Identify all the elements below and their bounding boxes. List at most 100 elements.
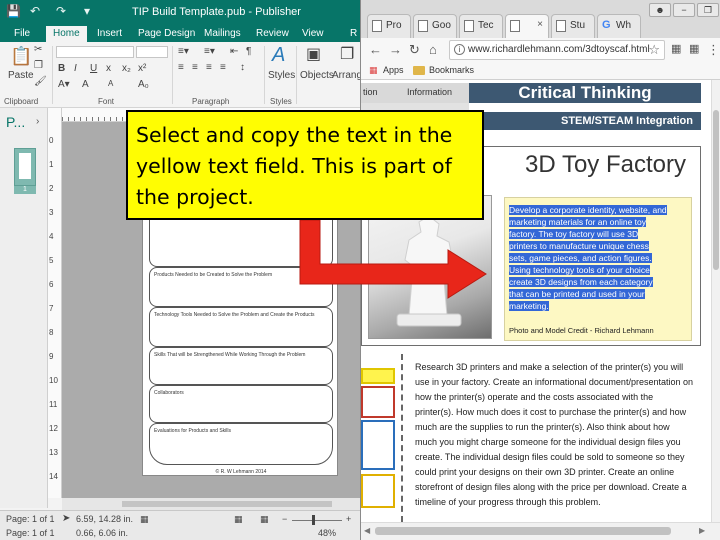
tab-review[interactable]: Review: [256, 28, 289, 39]
paste-button[interactable]: Paste: [8, 70, 34, 81]
ruler-number: 1: [49, 160, 54, 169]
undo-icon[interactable]: ↶: [30, 4, 40, 18]
close-tab-icon[interactable]: ×: [537, 19, 543, 30]
menu-icon[interactable]: ⋮: [707, 42, 720, 58]
zoom-level: 48%: [318, 528, 337, 538]
page-favicon-icon: [464, 20, 474, 32]
styles-button[interactable]: Styles: [268, 70, 295, 81]
copy-icon[interactable]: ❐: [34, 60, 43, 71]
address-bar[interactable]: i www.richardlehmann.com/3dtoyscaf.html …: [449, 40, 665, 60]
selected-text-line: Using technology tools of your choice: [509, 265, 650, 275]
scroll-left-icon[interactable]: ◀: [364, 526, 370, 535]
shrink-font-icon[interactable]: A: [108, 79, 113, 88]
font-color-icon[interactable]: A▾: [58, 79, 70, 90]
bold-icon[interactable]: B: [58, 63, 65, 74]
zoom-in-icon[interactable]: +: [346, 514, 351, 524]
tab-view[interactable]: View: [302, 28, 324, 39]
tab-overflow[interactable]: R: [350, 28, 357, 39]
doc-text-box[interactable]: Evaluations for Products and Skills: [149, 423, 333, 465]
extension-icon[interactable]: ▦: [689, 42, 699, 55]
bookmark-folder[interactable]: Bookmarks: [429, 65, 474, 75]
objects-button[interactable]: Objects: [300, 70, 334, 81]
profile-icon[interactable]: ☻: [649, 3, 671, 17]
paragraph-mark-icon[interactable]: ¶: [246, 46, 251, 57]
save-icon[interactable]: 💾: [6, 4, 21, 18]
forward-icon[interactable]: →: [389, 42, 402, 57]
font-size-box[interactable]: [136, 46, 168, 58]
browser-tab[interactable]: Stu: [551, 14, 595, 38]
subscript-icon[interactable]: x₂: [122, 63, 131, 74]
clear-formatting-icon[interactable]: A₀: [138, 79, 149, 90]
zoom-out-icon[interactable]: −: [282, 514, 287, 524]
back-icon[interactable]: ←: [369, 42, 382, 57]
site-nav-item[interactable]: tion: [363, 87, 378, 97]
tab-page-design[interactable]: Page Design: [138, 28, 195, 39]
underline-icon[interactable]: U: [90, 63, 97, 74]
yellow-text-field[interactable]: Develop a corporate identity, website, a…: [504, 197, 692, 341]
doc-text-box[interactable]: Skills That will be Strengthened While W…: [149, 347, 333, 385]
italic-icon[interactable]: I: [74, 63, 77, 74]
bookmark-star-icon[interactable]: ☆: [648, 42, 660, 58]
customize-quick-access-icon[interactable]: ▾: [84, 4, 90, 18]
browser-tab[interactable]: Tec: [459, 14, 503, 38]
site-nav-item[interactable]: Information: [407, 87, 452, 97]
collapse-pane-icon[interactable]: ›: [36, 116, 39, 127]
superscript-icon[interactable]: x²: [138, 63, 146, 74]
line-spacing-icon[interactable]: ↕: [240, 62, 245, 73]
two-page-view-icon[interactable]: ▦: [260, 514, 269, 525]
home-icon[interactable]: ⌂: [429, 42, 437, 57]
scrollbar-thumb[interactable]: [122, 501, 332, 507]
scrollbar-thumb[interactable]: [375, 527, 671, 535]
restore-icon[interactable]: ❐: [697, 3, 719, 17]
extension-icon[interactable]: ▦: [671, 42, 681, 55]
arrange-icon[interactable]: ❐: [340, 44, 354, 64]
browser-tab[interactable]: G Wh: [597, 14, 641, 38]
scroll-right-icon[interactable]: ▶: [699, 526, 705, 535]
align-center-icon[interactable]: ≡: [192, 62, 198, 73]
doc-box-label: Skills That will be Strengthened While W…: [154, 352, 306, 358]
font-name-box[interactable]: [56, 46, 134, 58]
doc-text-box[interactable]: Technology Tools Needed to Solve the Pro…: [149, 307, 333, 347]
reload-icon[interactable]: ↻: [409, 42, 420, 58]
tab-title: Goo: [432, 20, 451, 31]
decrease-indent-icon[interactable]: ⇤: [230, 46, 238, 57]
tab-title: Wh: [616, 20, 631, 31]
browser-tab[interactable]: Goo: [413, 14, 457, 38]
page-thumbnail[interactable]: [14, 148, 36, 186]
object-size-icon: ▦: [140, 514, 149, 524]
cut-icon[interactable]: ✂: [34, 44, 42, 55]
browser-tab[interactable]: Pro: [367, 14, 411, 38]
tab-file[interactable]: File: [14, 28, 30, 39]
browser-tab-active[interactable]: ×: [505, 14, 549, 38]
format-painter-icon[interactable]: 🖌: [34, 76, 47, 87]
align-right-icon[interactable]: ≡: [206, 62, 212, 73]
single-page-view-icon[interactable]: ▦: [234, 514, 243, 525]
numbering-icon[interactable]: ≡▾: [204, 46, 215, 57]
redo-icon[interactable]: ↷: [56, 4, 66, 18]
doc-text-box[interactable]: Collaborators: [149, 385, 333, 423]
arrange-button[interactable]: Arrang: [332, 70, 362, 81]
tab-insert[interactable]: Insert: [97, 28, 122, 39]
bookmark-apps[interactable]: Apps: [383, 65, 404, 75]
strikethrough-icon[interactable]: x: [106, 63, 111, 74]
zoom-slider[interactable]: [292, 520, 342, 521]
selected-text[interactable]: Develop a corporate identity, website, a…: [509, 204, 687, 312]
site-info-icon[interactable]: i: [454, 44, 465, 55]
publisher-horizontal-scrollbar[interactable]: [62, 498, 362, 510]
doc-copyright: © R. W Lehmann 2014: [215, 469, 267, 475]
minimize-icon[interactable]: −: [673, 3, 695, 17]
align-left-icon[interactable]: ≡: [178, 62, 184, 73]
ruler-number: 9: [49, 352, 54, 361]
styles-icon[interactable]: A: [272, 44, 285, 67]
paste-icon[interactable]: 📋: [10, 46, 32, 67]
justify-icon[interactable]: ≡: [220, 62, 226, 73]
gold-box: [361, 474, 395, 508]
tab-mailings[interactable]: Mailings: [204, 28, 241, 39]
bullets-icon[interactable]: ≡▾: [178, 46, 189, 57]
publisher-status-bar: Page: 1 of 1 ➤ 6.59, 14.28 in. ▦ Page: 1…: [0, 510, 362, 540]
zoom-slider-thumb[interactable]: [312, 515, 315, 525]
objects-icon[interactable]: ▣: [306, 44, 321, 64]
tab-home[interactable]: Home: [46, 26, 87, 42]
grow-font-icon[interactable]: A: [82, 79, 89, 90]
scrollbar-thumb[interactable]: [713, 110, 719, 270]
